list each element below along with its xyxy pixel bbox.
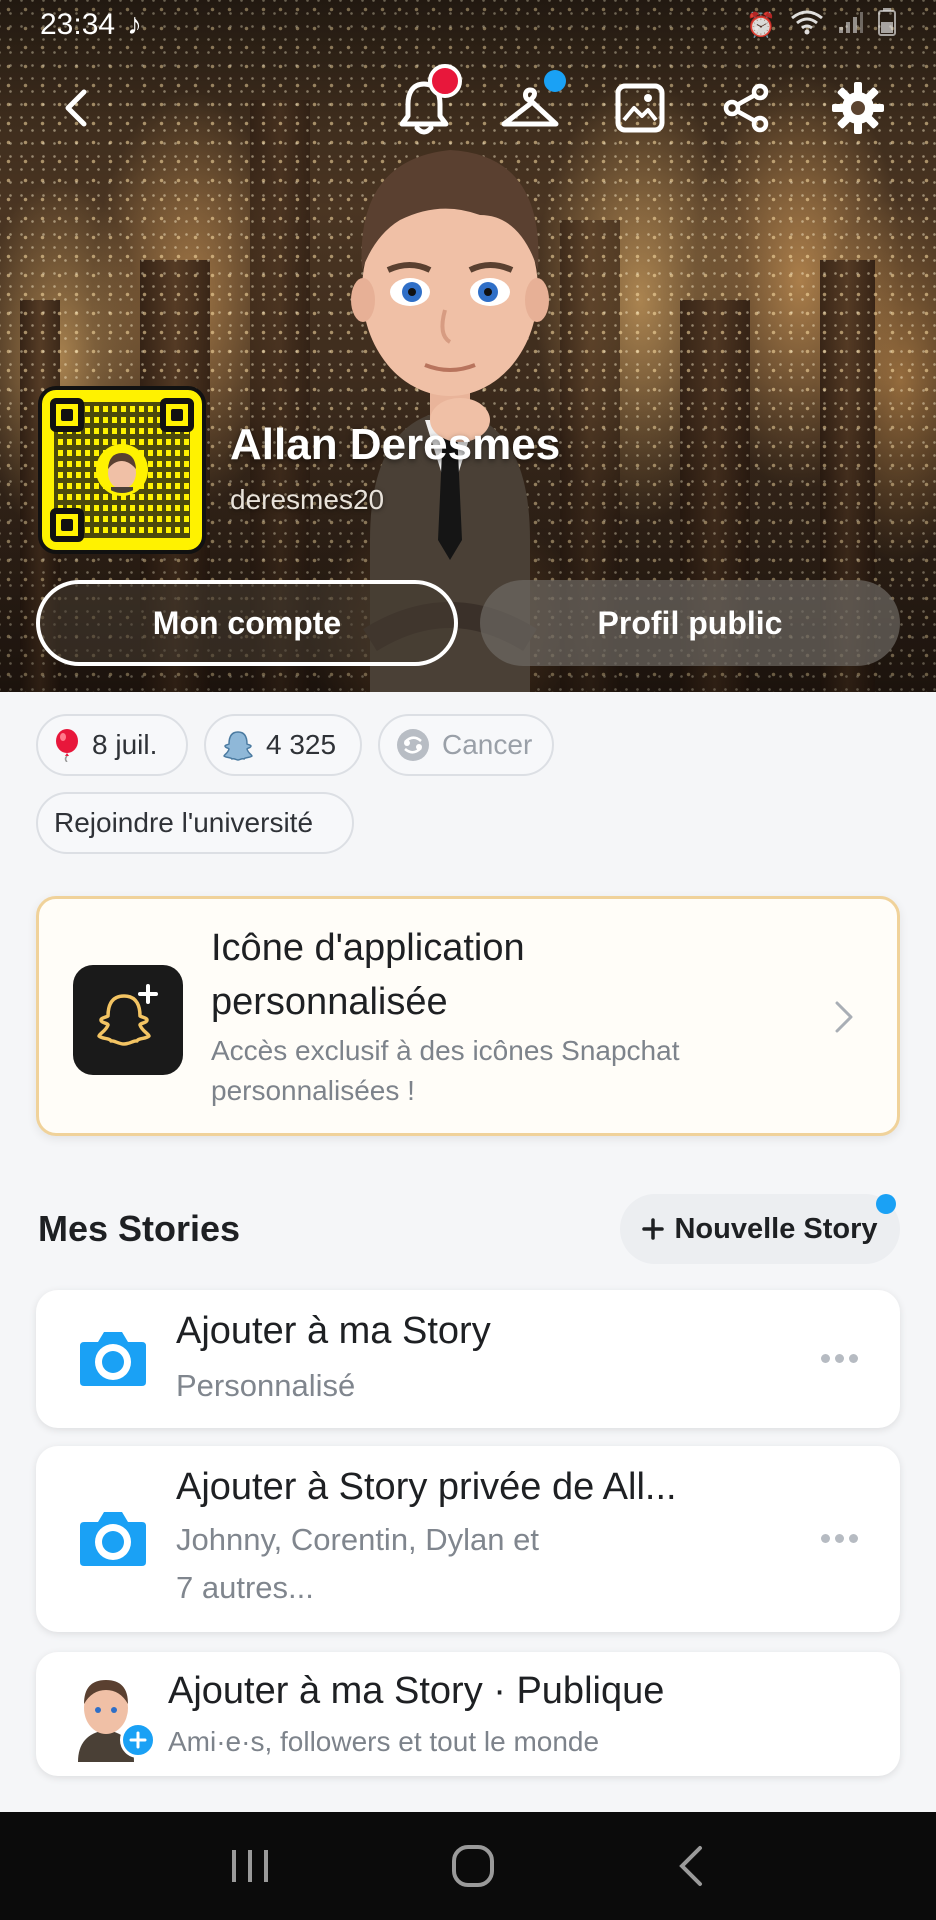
story-subtitle-line-2: 7 autres...	[176, 1570, 314, 1605]
share-icon	[723, 83, 769, 133]
chevron-right-icon	[835, 1001, 853, 1033]
new-story-button[interactable]: Nouvelle Story	[620, 1194, 900, 1264]
custom-app-icon-card[interactable]: Icône d'application personnalisée Accès …	[36, 896, 900, 1136]
more-options-icon[interactable]	[821, 1354, 858, 1363]
back-button[interactable]	[40, 72, 112, 144]
snapcode[interactable]	[38, 386, 206, 554]
story-title: Ajouter à ma Story · Publique	[168, 1670, 665, 1712]
snapscore-label: 4 325	[266, 729, 337, 760]
tiktok-icon: ♪	[127, 8, 143, 41]
story-row-my-story[interactable]: Ajouter à ma Story Personnalisé	[36, 1290, 900, 1428]
alarm-icon: ⏰	[746, 11, 776, 39]
zodiac-label: Cancer	[442, 729, 533, 760]
system-navigation-bar	[0, 1812, 936, 1920]
notification-badge	[428, 64, 462, 98]
join-university-label: Rejoindre l'université	[54, 807, 314, 838]
status-time: 23:34	[40, 8, 116, 41]
settings-button[interactable]	[822, 72, 894, 144]
snapchat-plus-app-icon	[73, 965, 183, 1075]
story-row-private-story[interactable]: Ajouter à Story privée de All... Johnny,…	[36, 1446, 900, 1632]
balloon-icon	[56, 729, 78, 762]
share-button[interactable]	[710, 72, 782, 144]
promo-title: Icône d'application personnalisée	[211, 927, 525, 1023]
my-account-button[interactable]: Mon compte	[36, 580, 458, 666]
background-button[interactable]	[604, 72, 676, 144]
snapscore-chip[interactable]: 4 325	[204, 714, 362, 776]
battery-icon	[878, 7, 896, 43]
signal-icon	[838, 10, 864, 41]
bitmoji-add-avatar	[70, 1672, 156, 1762]
system-back-icon[interactable]	[674, 1844, 708, 1888]
cancer-zodiac-icon	[397, 729, 429, 761]
background-image-icon	[615, 83, 665, 133]
snapcode-bitmoji	[96, 444, 148, 496]
birthday-label: 8 juil.	[92, 729, 158, 760]
promo-description: Accès exclusif à des icônes Snapchat per…	[211, 1035, 680, 1106]
new-story-badge	[876, 1194, 896, 1214]
wifi-icon	[790, 9, 824, 42]
public-profile-button[interactable]: Profil public	[480, 580, 900, 666]
join-university-chip[interactable]: Rejoindre l'université	[36, 792, 354, 854]
plus-icon	[642, 1218, 665, 1240]
camera-icon	[80, 1332, 146, 1386]
story-row-public-story[interactable]: Ajouter à ma Story · Publique Ami·e·s, f…	[36, 1652, 900, 1776]
ghost-icon	[223, 731, 253, 761]
status-icons: ⏰	[746, 7, 896, 43]
home-icon[interactable]	[449, 1842, 497, 1890]
my-stories-heading: Mes Stories	[38, 1208, 241, 1249]
back-icon	[65, 89, 87, 127]
recent-apps-icon[interactable]	[228, 1846, 272, 1886]
new-story-label: Nouvelle Story	[674, 1212, 878, 1245]
story-title: Ajouter à ma Story	[176, 1310, 491, 1352]
outfit-badge	[544, 70, 566, 92]
story-subtitle-line-1: Johnny, Corentin, Dylan et	[176, 1522, 540, 1557]
zodiac-chip[interactable]: Cancer	[378, 714, 554, 776]
story-subtitle: Ami·e·s, followers et tout le monde	[168, 1726, 600, 1757]
display-name: Allan Deresmes	[230, 420, 561, 469]
story-title: Ajouter à Story privée de All...	[176, 1466, 677, 1508]
more-options-icon[interactable]	[821, 1534, 858, 1543]
username: deresmes20	[230, 484, 385, 515]
birthday-chip[interactable]: 8 juil.	[36, 714, 188, 776]
status-bar: 23:34 ♪ ⏰	[0, 0, 936, 50]
camera-icon	[80, 1512, 146, 1566]
profile-screen: 23:34 ♪ ⏰ Allan Deresmes deresmes20 Mon …	[0, 0, 936, 1920]
story-subtitle: Personnalisé	[176, 1368, 356, 1403]
settings-gear-icon	[832, 82, 884, 134]
add-plus-icon	[120, 1722, 156, 1758]
